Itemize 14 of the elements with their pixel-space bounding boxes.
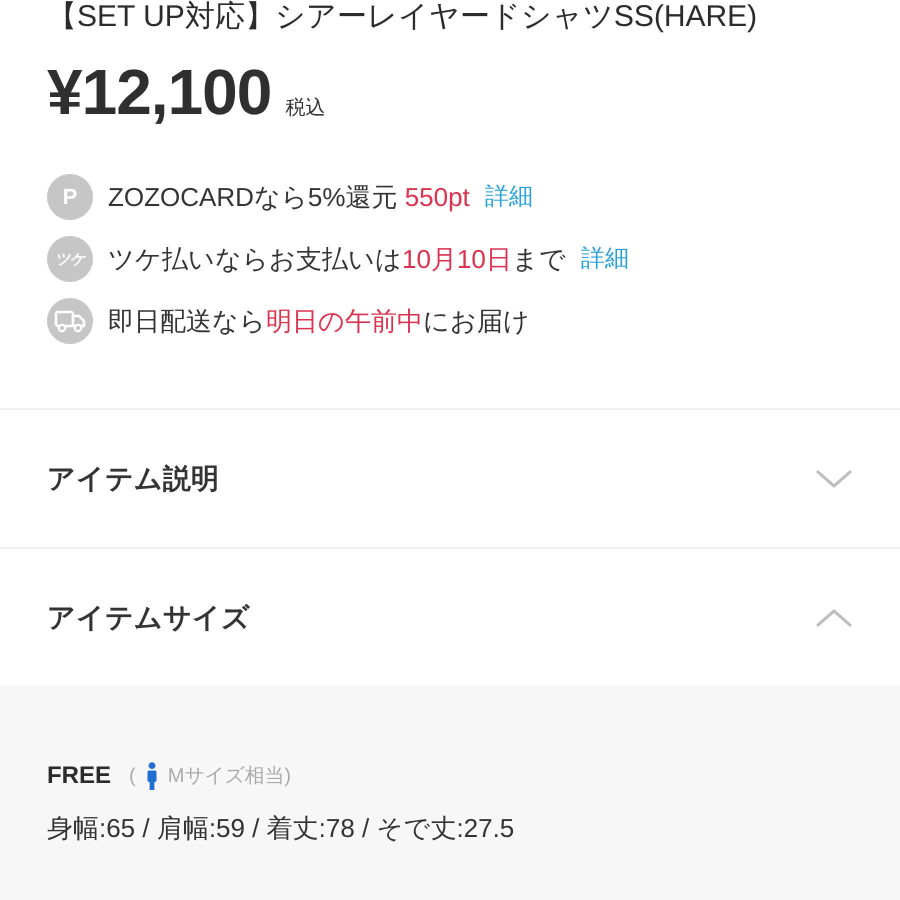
tax-note: 税込	[285, 96, 326, 121]
payment-badge: ツケ	[47, 236, 93, 282]
size-equivalent: Mサイズ相当)	[168, 764, 292, 789]
benefit-text: 即日配送なら 明日の午前中 にお届け	[108, 305, 530, 337]
size-name: FREE	[47, 761, 112, 791]
benefit-text: ZOZOCARDなら5%還元 550pt	[108, 181, 470, 213]
size-measurements: 身幅:65 / 肩幅:59 / 着丈:78 / そで丈:27.5	[47, 812, 514, 844]
points-badge: P	[47, 174, 93, 220]
person-icon	[146, 762, 158, 790]
truck-icon	[47, 298, 93, 344]
paren-text: (	[129, 764, 136, 789]
product-title: 【SET UP対応】シアーレイヤードシャツSS(HARE)	[47, 0, 758, 34]
benefit-text: ツケ払いならお支払いは10月10日 まで	[108, 243, 566, 275]
price: ¥12,100	[47, 56, 272, 128]
